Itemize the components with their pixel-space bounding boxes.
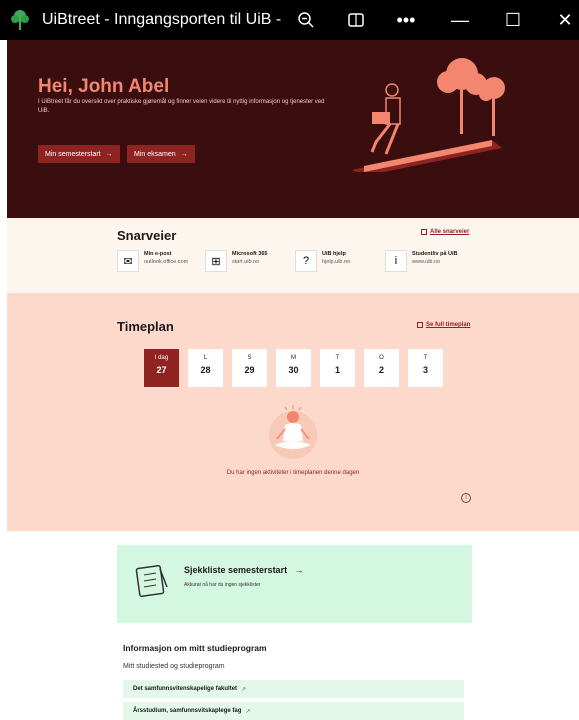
shortcut-url: www.uib.no [412,259,441,265]
shortcut-url: hjelp.uib.no [322,259,351,265]
day-button[interactable]: L 28 [188,349,223,387]
day-label: L [203,355,208,361]
day-label: O [379,355,384,361]
arrow-right-icon: → [294,565,304,575]
checklist-card[interactable]: Sjekkliste semesterstart → Akkurat nå ha… [117,545,472,623]
day-label: S [247,355,252,361]
hero-banner: Hei, John Abel I UiBtreet får du oversik… [7,40,579,218]
checklist-title: Sjekkliste semesterstart → [184,565,304,575]
greeting-heading: Hei, John Abel [38,76,170,97]
calendar-icon [417,322,423,328]
checklist-icon [135,564,168,598]
shortcut-name: Studentliv på UiB [412,251,458,257]
day-label: I dag [154,355,169,361]
uib-tree-logo-icon [6,0,34,40]
shortcut-name: Min e-post [144,251,172,257]
day-today[interactable]: I dag 27 [144,349,179,387]
arrow-right-icon: → [180,150,188,158]
day-button[interactable]: T 3 [408,349,443,387]
timetable-section: Timeplan Se full timeplan I dag 27 L 28 … [7,293,579,531]
study-program-title: Informasjon om mitt studieprogram [123,643,267,653]
day-number: 28 [200,365,211,375]
student-on-book-illustration [352,58,505,172]
shortcut-url: outlook.office.com [144,259,189,265]
study-program-subtitle: Mitt studiested og studieprogram [123,663,225,670]
my-exam-button[interactable]: Min eksamen → [127,145,195,163]
all-shortcuts-link[interactable]: Alle snarveier [421,229,469,235]
external-link-icon: ↗ [241,686,247,693]
shortcut-student-life[interactable]: i Studentliv på UiB www.uib.no [385,250,458,272]
shortcuts-title: Snarveier [117,228,177,243]
button-label: Min eksamen [134,150,176,158]
full-timetable-link[interactable]: Se full timeplan [417,322,470,328]
shortcut-email[interactable]: ✉ Min e-post outlook.office.com [117,250,188,272]
timetable-title: Timeplan [117,319,174,334]
arrow-right-icon: → [105,150,113,158]
day-label: T [423,355,428,361]
shortcuts-section: Snarveier Alle snarveier ✉ Min e-post out… [7,218,579,293]
more-options-button[interactable]: ••• [386,0,426,40]
zoom-out-icon[interactable] [286,0,326,40]
program-link[interactable]: Årsstudium, samfunnsvitskaplege fag ↗ [123,702,464,720]
day-label: T [335,355,340,361]
close-button[interactable]: ✕ [545,0,579,40]
reader-icon[interactable] [336,0,376,40]
button-label: Min semesterstart [45,150,101,158]
grid-icon [421,229,427,235]
shortcut-uib-help[interactable]: ? UiB hjelp hjelp.uib.no [295,250,350,272]
windows-icon: ⊞ [205,250,227,272]
window-title: UiBtreet - Inngangsporten til UiB -... [42,11,282,28]
day-button[interactable]: M 30 [276,349,311,387]
external-link-icon: ↗ [245,708,251,715]
minimize-button[interactable]: — [440,0,480,40]
day-number: 2 [378,365,384,375]
hero-description: I UiBtreet får du oversikt over praktisk… [38,99,325,114]
day-number: 3 [422,365,428,375]
window-titlebar: UiBtreet - Inngangsporten til UiB -... •… [0,0,579,40]
day-number: 27 [156,365,167,375]
maximize-button[interactable]: ☐ [493,0,533,40]
checklist-subtitle: Akkurat nå har du ingen sjekklister [184,582,261,588]
day-button[interactable]: O 2 [364,349,399,387]
day-button[interactable]: S 29 [232,349,267,387]
info-icon: i [385,250,407,272]
shortcut-name: Microsoft 365 [232,251,268,257]
mail-icon: ✉ [117,250,139,272]
meditating-person-illustration [269,405,317,459]
day-number: 30 [288,365,299,375]
faculty-link[interactable]: Det samfunnsvitenskapelige fakultet ↗ [123,680,464,698]
no-activities-text: Du har ingen aktiviteter i timeplanen de… [226,470,360,476]
info-icon[interactable]: i [461,493,471,503]
shortcut-microsoft-365[interactable]: ⊞ Microsoft 365 start.uib.no [205,250,267,272]
day-label: M [291,355,296,361]
shortcut-name: UiB hjelp [322,251,346,257]
shortcut-url: start.uib.no [232,259,260,265]
day-number: 1 [334,365,340,375]
day-number: 29 [244,365,255,375]
help-icon: ? [295,250,317,272]
day-button[interactable]: T 1 [320,349,355,387]
my-semester-start-button[interactable]: Min semesterstart → [38,145,120,163]
